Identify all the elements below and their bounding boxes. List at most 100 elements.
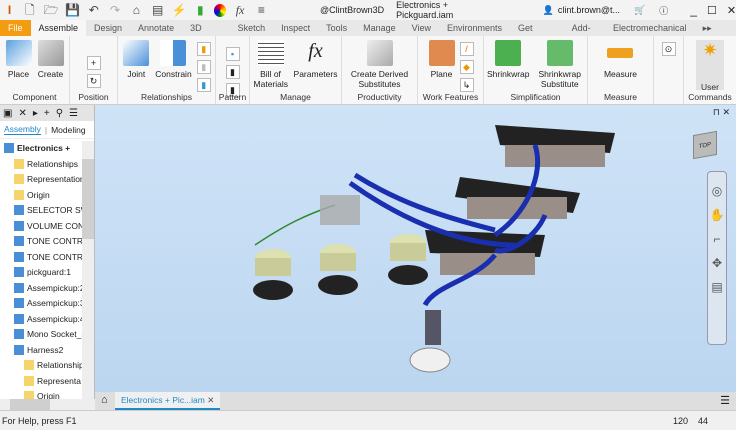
potentiometer-3: [388, 234, 428, 285]
create-derived-substitutes-button[interactable]: Create Derived Substitutes: [345, 40, 415, 89]
joint-button[interactable]: Joint: [123, 40, 150, 79]
appearance-icon[interactable]: [213, 3, 227, 17]
measure-panel-label[interactable]: Measure: [588, 92, 653, 102]
home-icon[interactable]: ⌂: [129, 3, 144, 17]
orbit-icon[interactable]: ✥: [712, 256, 722, 270]
shrinkwrap-icon: [495, 40, 522, 66]
minimize-button[interactable]: _: [690, 3, 697, 17]
tab-file[interactable]: File: [0, 20, 31, 36]
pan-icon[interactable]: ✋: [710, 208, 725, 222]
free-rotate-icon[interactable]: ↻: [86, 74, 101, 88]
browser-scrollbar[interactable]: [82, 141, 94, 401]
tab-add-ins[interactable]: Add-Ins: [564, 20, 605, 49]
browser-pin-icon[interactable]: ▣: [3, 108, 12, 119]
constrain-button[interactable]: Constrain: [155, 40, 192, 79]
tab-assemble[interactable]: Assemble: [30, 20, 87, 36]
relationships-panel-label[interactable]: Relationships: [118, 92, 215, 102]
viewcube[interactable]: TOP: [693, 130, 717, 160]
parameters-button[interactable]: fx Parameters: [294, 40, 338, 79]
create-label: Create: [37, 69, 64, 79]
tab-view[interactable]: View: [404, 20, 439, 36]
menu-icon[interactable]: ☰: [69, 108, 78, 119]
axis-icon[interactable]: /: [459, 42, 474, 56]
drive-icon[interactable]: ▮: [196, 60, 211, 74]
tab-electromechanical[interactable]: Electromechanical: [605, 20, 695, 36]
redo-icon[interactable]: ↷: [107, 3, 122, 17]
place-button[interactable]: Place: [5, 40, 32, 79]
node-label: Harness2: [27, 344, 64, 355]
fx-icon[interactable]: fx: [232, 3, 247, 17]
help-icon[interactable]: ⓘ: [659, 4, 668, 17]
tab-environments[interactable]: Environments: [439, 20, 510, 36]
bom-button[interactable]: Bill of Materials: [254, 40, 288, 89]
update-icon[interactable]: ⚡: [171, 3, 187, 17]
dropdown-icon[interactable]: ⊙: [661, 42, 676, 56]
browser-node[interactable]: Electronics +: [4, 141, 84, 155]
position-panel-label[interactable]: Position: [70, 92, 117, 102]
open-icon[interactable]: 🗁: [43, 3, 59, 17]
search-icon[interactable]: ⚲: [56, 108, 63, 119]
work-features-panel-label: Work Features: [422, 92, 479, 102]
tab-manage[interactable]: Manage: [355, 20, 404, 36]
maximize-button[interactable]: ☐: [707, 4, 717, 17]
browser-close-icon[interactable]: ✕: [18, 108, 26, 119]
show-icon[interactable]: ▮: [196, 78, 211, 92]
doc-tab[interactable]: Electronics + Pic...iam ✕: [115, 392, 221, 410]
mirror-icon[interactable]: ▮: [225, 65, 240, 79]
create-button[interactable]: Create: [37, 40, 64, 79]
plane-button[interactable]: Plane: [428, 40, 455, 79]
user-icon[interactable]: 👤: [543, 5, 554, 16]
simplification-panel-label[interactable]: Simplification: [484, 92, 587, 102]
user-commands-panel-label: User Commands: [688, 82, 732, 102]
new-icon[interactable]: 🗋: [22, 3, 37, 17]
tab-modeling[interactable]: Modeling: [51, 125, 86, 135]
document-icon[interactable]: ▤: [150, 3, 165, 17]
pickup-1: [495, 125, 615, 167]
tab-menu-icon[interactable]: ☰: [720, 394, 730, 407]
add-icon[interactable]: +: [44, 108, 50, 119]
pattern-icon[interactable]: ▪: [225, 47, 240, 61]
select-icon[interactable]: ▮: [193, 3, 208, 17]
more-tabs-icon[interactable]: ▸▸ ⊂⊃▾: [695, 20, 736, 49]
tab-sketch[interactable]: Sketch: [230, 20, 274, 36]
look-at-icon[interactable]: ▤: [711, 280, 722, 294]
browser-hscrollbar[interactable]: [0, 399, 95, 410]
open-docs-count: 44: [698, 416, 709, 426]
manage-panel-label[interactable]: Manage: [250, 92, 341, 102]
component-panel-label[interactable]: Component: [0, 92, 69, 102]
doc-tab-close-icon[interactable]: ✕: [207, 395, 214, 405]
shrinkwrap-substitute-button[interactable]: Shrinkwrap Substitute: [536, 40, 584, 89]
home-tab-icon[interactable]: ⌂: [101, 394, 108, 406]
customize-icon[interactable]: ≡: [254, 3, 269, 17]
tab-assembly[interactable]: Assembly: [4, 124, 41, 135]
filter-icon[interactable]: ▸: [33, 108, 38, 119]
undo-icon[interactable]: ↶: [86, 3, 101, 17]
node-label: Assempickup:3: [27, 298, 85, 308]
account-name[interactable]: clint.brown@t...: [558, 5, 620, 15]
graphics-viewport[interactable]: TOP ◎ ✋ ⌐ ✥ ▤ ⊓ ✕: [95, 105, 736, 392]
measure-button[interactable]: Measure: [604, 40, 637, 79]
viewport-close-icon[interactable]: ⊓ ✕: [713, 107, 730, 118]
shrinkwrap-button[interactable]: Shrinkwrap: [487, 40, 530, 79]
tab-get-started[interactable]: Get Started: [510, 20, 564, 49]
ucs-icon[interactable]: ↳: [459, 78, 474, 92]
zoom-icon[interactable]: ⌐: [713, 232, 720, 246]
tab-annotate[interactable]: Annotate: [130, 20, 182, 36]
component-icon: [14, 298, 24, 308]
save-icon[interactable]: 💾: [65, 3, 80, 17]
steering-wheel-icon[interactable]: ◎: [712, 184, 722, 198]
shrinkwrap-substitute-icon: [546, 40, 573, 66]
help-text: For Help, press F1: [2, 416, 77, 426]
tab-3d-model[interactable]: 3D Model: [182, 20, 229, 49]
contact-icon[interactable]: ▮: [196, 42, 211, 56]
tab-design[interactable]: Design: [86, 20, 130, 36]
tab-tools[interactable]: Tools: [318, 20, 355, 36]
tab-inspect[interactable]: Inspect: [273, 20, 318, 36]
constrain-label: Constrain: [155, 69, 192, 79]
free-move-icon[interactable]: +: [86, 56, 101, 70]
cart-icon[interactable]: 🛒: [634, 5, 645, 16]
close-button[interactable]: ✕: [727, 4, 736, 17]
folder-icon: [14, 174, 24, 184]
component-icon: [14, 344, 24, 355]
point-icon[interactable]: ◆: [459, 60, 474, 74]
